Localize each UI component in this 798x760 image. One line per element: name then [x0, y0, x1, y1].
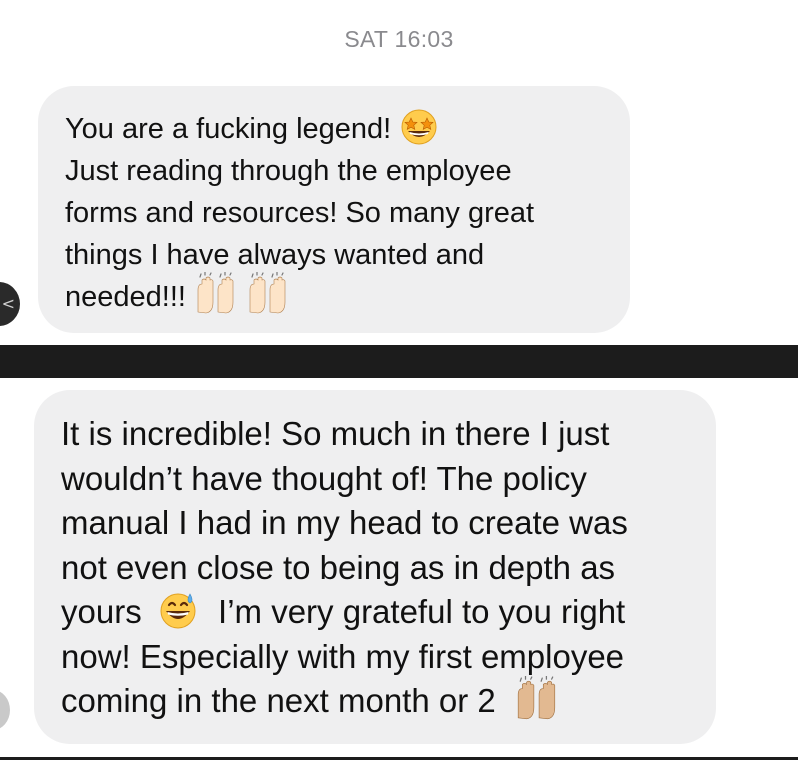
raising-hands-icon: [249, 272, 286, 314]
screenshot-divider: [0, 345, 798, 378]
message-bubble[interactable]: It is incredible! So much in there I jus…: [34, 390, 716, 744]
message-line: not even close to being as in depth as: [61, 548, 616, 586]
message-line: wouldn’t have thought of! The policy: [61, 459, 587, 497]
back-button[interactable]: <: [0, 282, 20, 326]
raising-hands-icon: [517, 676, 556, 720]
avatar[interactable]: [0, 690, 10, 730]
message-line: needed!!!: [65, 272, 604, 320]
message-line: yours I’m very grateful to you right: [61, 590, 696, 635]
message-line: You are a fucking legend!: [65, 108, 604, 150]
message-timestamp: SAT 16:03: [344, 26, 454, 52]
message-line: Just reading through the employee: [65, 155, 512, 187]
message-line: manual I had in my head to create was: [61, 504, 628, 541]
message-line: coming in the next month or 2: [61, 676, 696, 726]
message-line: things I have always wanted and: [65, 239, 485, 271]
star-struck-face-icon: [401, 109, 437, 145]
message-line: It is incredible! So much in there I jus…: [61, 415, 610, 452]
raising-hands-icon: [197, 272, 234, 314]
message-line: forms and resources! So many great: [65, 197, 535, 229]
message-bubble[interactable]: You are a fucking legend! Just reading t…: [38, 86, 630, 333]
chevron-left-icon: <: [1, 294, 15, 313]
message-line: now! Especially with my first employee: [61, 637, 625, 675]
grinning-face-with-sweat-icon: [160, 593, 196, 629]
